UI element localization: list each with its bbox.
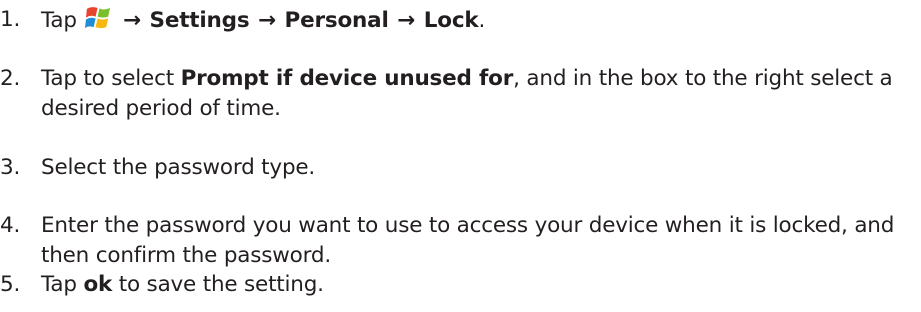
step-number: 2. bbox=[0, 66, 21, 91]
step-text: Select the password type. bbox=[41, 155, 316, 180]
step-text: Enter the password you want to use to ac… bbox=[41, 213, 895, 268]
personal-label: Personal bbox=[284, 8, 389, 33]
step-3: 3. Select the password type. bbox=[0, 153, 915, 183]
tap-word: Tap bbox=[41, 8, 77, 33]
step-text-post: to save the setting. bbox=[112, 272, 324, 297]
step-number: 3. bbox=[0, 155, 21, 180]
settings-label: Settings bbox=[149, 8, 250, 33]
step-4: 4. Enter the password you want to use to… bbox=[0, 211, 915, 271]
step-1: 1. Tap → Settings → Personal → Lock. bbox=[0, 5, 915, 36]
step-text: Tap ok to save the setting. bbox=[41, 270, 915, 300]
step-2: 2. Tap to select Prompt if device unused… bbox=[0, 64, 915, 124]
prompt-option-label: Prompt if device unused for bbox=[180, 66, 514, 91]
step-text: Tap → Settings → Personal → Lock. bbox=[41, 5, 915, 36]
arrow-glyph: → bbox=[258, 8, 276, 33]
lock-label: Lock bbox=[423, 8, 479, 33]
windows-start-icon bbox=[85, 7, 111, 29]
step-number: 5. bbox=[0, 272, 21, 297]
period: . bbox=[478, 8, 486, 33]
step-5: 5. Tap ok to save the setting. bbox=[0, 270, 915, 300]
arrow-glyph: → bbox=[397, 8, 416, 33]
step-text-pre: Tap to select bbox=[41, 66, 181, 91]
step-number: 4. bbox=[0, 213, 21, 238]
ok-label: ok bbox=[83, 272, 113, 297]
arrow-glyph: → bbox=[123, 8, 141, 33]
step-text: Tap to select Prompt if device unused fo… bbox=[41, 64, 915, 124]
step-text-pre: Tap bbox=[41, 272, 84, 297]
step-number: 1. bbox=[0, 7, 21, 32]
